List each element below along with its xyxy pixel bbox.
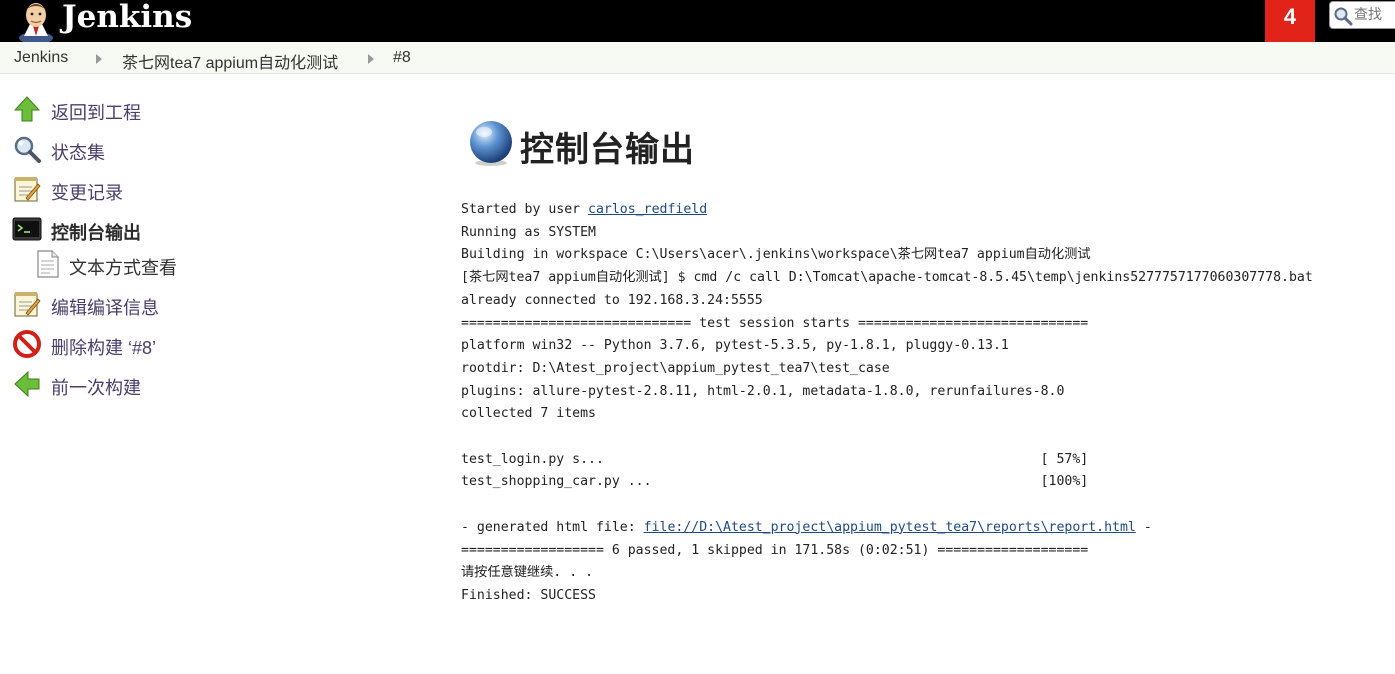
console-line: Finished: SUCCESS xyxy=(461,587,596,603)
jenkins-brand-title[interactable]: Jenkins xyxy=(62,0,192,34)
console-line: 请按任意键继续. . . xyxy=(461,565,594,581)
notepad-icon xyxy=(14,292,41,317)
console-line: test_login.py s... [ 57%] xyxy=(461,451,1089,467)
user-link[interactable]: carlos_redfield xyxy=(588,202,707,217)
task-label: 返回到工程 xyxy=(51,103,141,123)
report-file-link[interactable]: file://D:\Atest_project\appium_pytest_te… xyxy=(644,520,1136,535)
no-entry-icon xyxy=(13,330,41,358)
search-box[interactable] xyxy=(1329,1,1395,29)
console-text: - generated html file: xyxy=(461,519,644,535)
breadcrumb-item-jenkins[interactable]: Jenkins xyxy=(14,49,68,67)
task-label: 变更记录 xyxy=(51,183,123,203)
console-line: collected 7 items xyxy=(461,406,596,422)
jenkins-butler-logo-icon[interactable] xyxy=(14,0,58,42)
console-line: ============================= test sessi… xyxy=(461,315,1089,331)
console-line: Building in workspace C:\Users\acer\.jen… xyxy=(461,247,1091,263)
console-line: already connected to 192.168.3.24:5555 xyxy=(461,292,763,308)
console-line: test_shopping_car.py ... [100%] xyxy=(461,474,1089,490)
console-line: [茶七网tea7 appium自动化测试] $ cmd /c call D:\T… xyxy=(461,270,1313,286)
page-title: 控制台输出 xyxy=(520,131,695,169)
task-label: 前一次构建 xyxy=(51,378,141,398)
console-output: Started by user carlos_redfield Running a… xyxy=(461,199,1313,608)
console-lines: ================== 6 passed, 1 skipped i… xyxy=(461,540,1313,608)
task-label: 状态集 xyxy=(51,143,105,163)
search-icon xyxy=(14,136,41,163)
breadcrumb-separator-icon[interactable] xyxy=(96,54,102,64)
breadcrumb-separator-icon[interactable] xyxy=(368,54,374,64)
console-output-sphere-icon xyxy=(470,121,512,166)
left-arrow-icon xyxy=(14,370,40,398)
header-bar: Jenkins 4 xyxy=(0,0,1395,42)
breadcrumb-item-project[interactable]: 茶七网tea7 appium自动化测试 xyxy=(122,49,338,73)
console-text: Started by user xyxy=(461,202,589,217)
notepad-icon xyxy=(14,177,41,202)
task-label: 控制台输出 xyxy=(51,223,141,243)
console-text: - xyxy=(1135,519,1152,535)
console-line: Started by user carlos_redfield xyxy=(461,199,1313,222)
console-line: plugins: allure-pytest-2.8.11, html-2.0.… xyxy=(461,383,1065,399)
notification-badge[interactable]: 4 xyxy=(1265,0,1315,42)
console-lines: Running as SYSTEM Building in workspace C… xyxy=(461,222,1313,517)
task-label: 编辑编译信息 xyxy=(51,298,159,318)
breadcrumb: Jenkins 茶七网tea7 appium自动化测试 #8 xyxy=(0,42,1395,74)
console-line: - generated html file: file://D:\Atest_p… xyxy=(461,517,1313,540)
breadcrumb-item-build[interactable]: #8 xyxy=(393,49,411,67)
terminal-icon xyxy=(12,217,42,241)
up-arrow-icon xyxy=(13,96,41,122)
search-icon xyxy=(1334,7,1353,26)
console-line: rootdir: D:\Atest_project\appium_pytest_… xyxy=(461,360,890,376)
console-line: Running as SYSTEM xyxy=(461,224,596,240)
console-line: platform win32 -- Python 3.7.6, pytest-5… xyxy=(461,338,1009,354)
task-label: 删除构建 ‘#8’ xyxy=(51,338,157,358)
document-icon xyxy=(37,250,59,278)
task-label: 文本方式查看 xyxy=(69,258,177,278)
console-line: ================== 6 passed, 1 skipped i… xyxy=(461,542,1089,558)
search-input[interactable] xyxy=(1354,6,1395,22)
